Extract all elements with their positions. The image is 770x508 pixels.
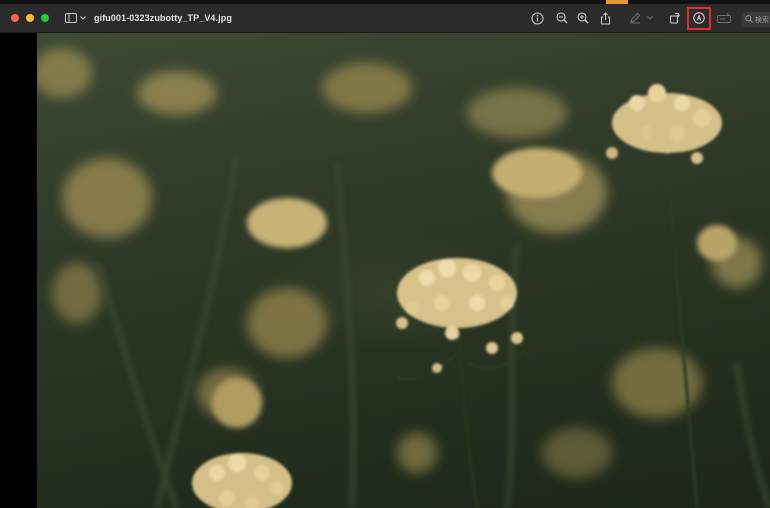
window-controls xyxy=(11,14,49,22)
chevron-down-icon xyxy=(80,16,86,20)
photo-rapeseed-flowers xyxy=(37,33,770,508)
image-canvas[interactable] xyxy=(0,33,770,508)
preview-window: gifu001-0323zubotty_TP_V4.jpg 検索 xyxy=(0,0,770,508)
rotate-button[interactable] xyxy=(667,10,683,26)
highlight-menu-button[interactable] xyxy=(645,10,655,26)
minimize-button[interactable] xyxy=(26,14,34,22)
close-button[interactable] xyxy=(11,14,19,22)
highlight-button[interactable] xyxy=(627,10,643,26)
rotate-icon xyxy=(669,12,681,24)
photo-illustration xyxy=(37,48,770,508)
share-button[interactable] xyxy=(597,10,613,26)
toolbar: gifu001-0323zubotty_TP_V4.jpg 検索 xyxy=(0,4,770,33)
sidebar-icon xyxy=(65,13,77,23)
markup-highlight-frame xyxy=(687,7,711,30)
info-button[interactable] xyxy=(529,10,545,26)
share-icon xyxy=(600,11,611,25)
highlight-pen-icon xyxy=(629,12,641,24)
zoom-out-icon xyxy=(556,12,568,24)
form-fill-button[interactable] xyxy=(716,10,732,26)
search-placeholder: 検索 xyxy=(755,16,769,24)
sidebar-toggle-button[interactable] xyxy=(65,13,86,23)
info-icon xyxy=(531,12,544,25)
zoom-in-button[interactable] xyxy=(575,10,591,26)
form-fill-icon xyxy=(717,13,731,23)
zoom-in-icon xyxy=(577,12,589,24)
maximize-button[interactable] xyxy=(41,14,49,22)
zoom-out-button[interactable] xyxy=(554,10,570,26)
search-icon xyxy=(745,14,753,25)
window-title: gifu001-0323zubotty_TP_V4.jpg xyxy=(94,13,232,23)
chevron-down-icon xyxy=(647,16,653,20)
search-field[interactable]: 検索 xyxy=(742,12,770,27)
